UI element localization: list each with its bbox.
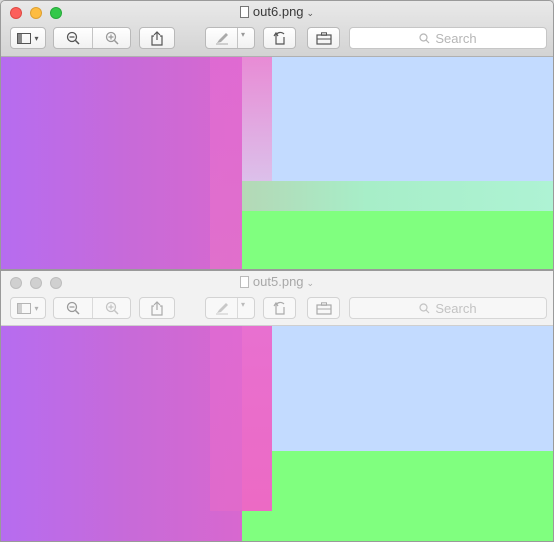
- window-title[interactable]: out6.png ⌄: [1, 4, 553, 19]
- zoom-in-button[interactable]: [105, 31, 119, 48]
- window-title-label: out6.png: [252, 4, 304, 19]
- image-canvas: [1, 57, 553, 269]
- zoom-segmented-control: [53, 297, 131, 319]
- window-title-label: out5.png: [252, 274, 304, 289]
- document-icon: [239, 276, 249, 288]
- image-green-region: [242, 211, 553, 269]
- markup-segmented-control: ▾: [205, 27, 255, 49]
- rotate-button[interactable]: [263, 297, 296, 319]
- sidebar-view-button[interactable]: ▾: [10, 297, 46, 319]
- search-field[interactable]: Search: [349, 297, 547, 319]
- chevron-down-icon: ⌄: [306, 8, 315, 18]
- chevron-down-icon[interactable]: ▾: [241, 300, 245, 309]
- zoom-in-button[interactable]: [105, 301, 119, 318]
- chevron-down-icon: ⌄: [306, 278, 315, 288]
- toolbox-button[interactable]: [307, 297, 340, 319]
- markup-button[interactable]: [215, 301, 229, 318]
- window-toolbar: out6.png ⌄ ▾ ▾ Search: [1, 1, 553, 57]
- search-field[interactable]: Search: [349, 27, 547, 49]
- window-toolbar: out5.png ⌄ ▾ ▾ Search: [1, 271, 553, 326]
- chevron-down-icon: ▾: [34, 303, 39, 313]
- image-purple-region: [1, 326, 242, 541]
- markup-segmented-control: ▾: [205, 297, 255, 319]
- toolbox-icon: [315, 301, 332, 315]
- toolbox-icon: [315, 31, 332, 45]
- image-pink-strip: [210, 57, 242, 269]
- zoom-in-icon: [105, 31, 119, 45]
- share-button[interactable]: [139, 297, 175, 319]
- image-lightblue-region: [272, 326, 553, 451]
- image-lightblue-region: [272, 57, 553, 181]
- zoom-out-button[interactable]: [66, 31, 80, 48]
- rotate-button[interactable]: [263, 27, 296, 49]
- share-icon: [151, 30, 163, 46]
- preview-window-out5: out5.png ⌄ ▾ ▾ Search: [0, 270, 554, 542]
- rotate-icon: [273, 31, 285, 45]
- rotate-icon: [273, 301, 285, 315]
- markup-pen-icon: [216, 303, 228, 315]
- zoom-out-icon: [66, 31, 80, 45]
- preview-window-out6: out6.png ⌄ ▾ ▾ Search: [0, 0, 554, 270]
- share-button[interactable]: [139, 27, 175, 49]
- search-placeholder: Search: [435, 300, 477, 316]
- zoom-in-icon: [105, 301, 119, 315]
- share-icon: [151, 300, 163, 316]
- image-canvas: [1, 326, 553, 541]
- window-title[interactable]: out5.png ⌄: [1, 274, 553, 289]
- sidebar-icon: [17, 302, 32, 314]
- search-icon: [419, 32, 430, 43]
- markup-button[interactable]: [215, 31, 229, 48]
- image-pink-strip: [210, 326, 242, 511]
- image-purple-region: [1, 57, 242, 269]
- image-blend-strip: [242, 57, 272, 181]
- image-green-region: [272, 451, 553, 541]
- chevron-down-icon[interactable]: ▾: [241, 30, 245, 39]
- markup-pen-icon: [216, 33, 228, 45]
- toolbox-button[interactable]: [307, 27, 340, 49]
- image-green-step: [242, 511, 272, 541]
- sidebar-view-button[interactable]: ▾: [10, 27, 46, 49]
- zoom-segmented-control: [53, 27, 131, 49]
- search-icon: [419, 302, 430, 313]
- image-pink-column: [242, 326, 272, 511]
- image-transition-band: [242, 181, 553, 211]
- search-placeholder: Search: [435, 30, 477, 46]
- sidebar-icon: [17, 32, 32, 44]
- document-icon: [239, 6, 249, 18]
- zoom-out-button[interactable]: [66, 301, 80, 318]
- zoom-out-icon: [66, 301, 80, 315]
- chevron-down-icon: ▾: [34, 33, 39, 43]
